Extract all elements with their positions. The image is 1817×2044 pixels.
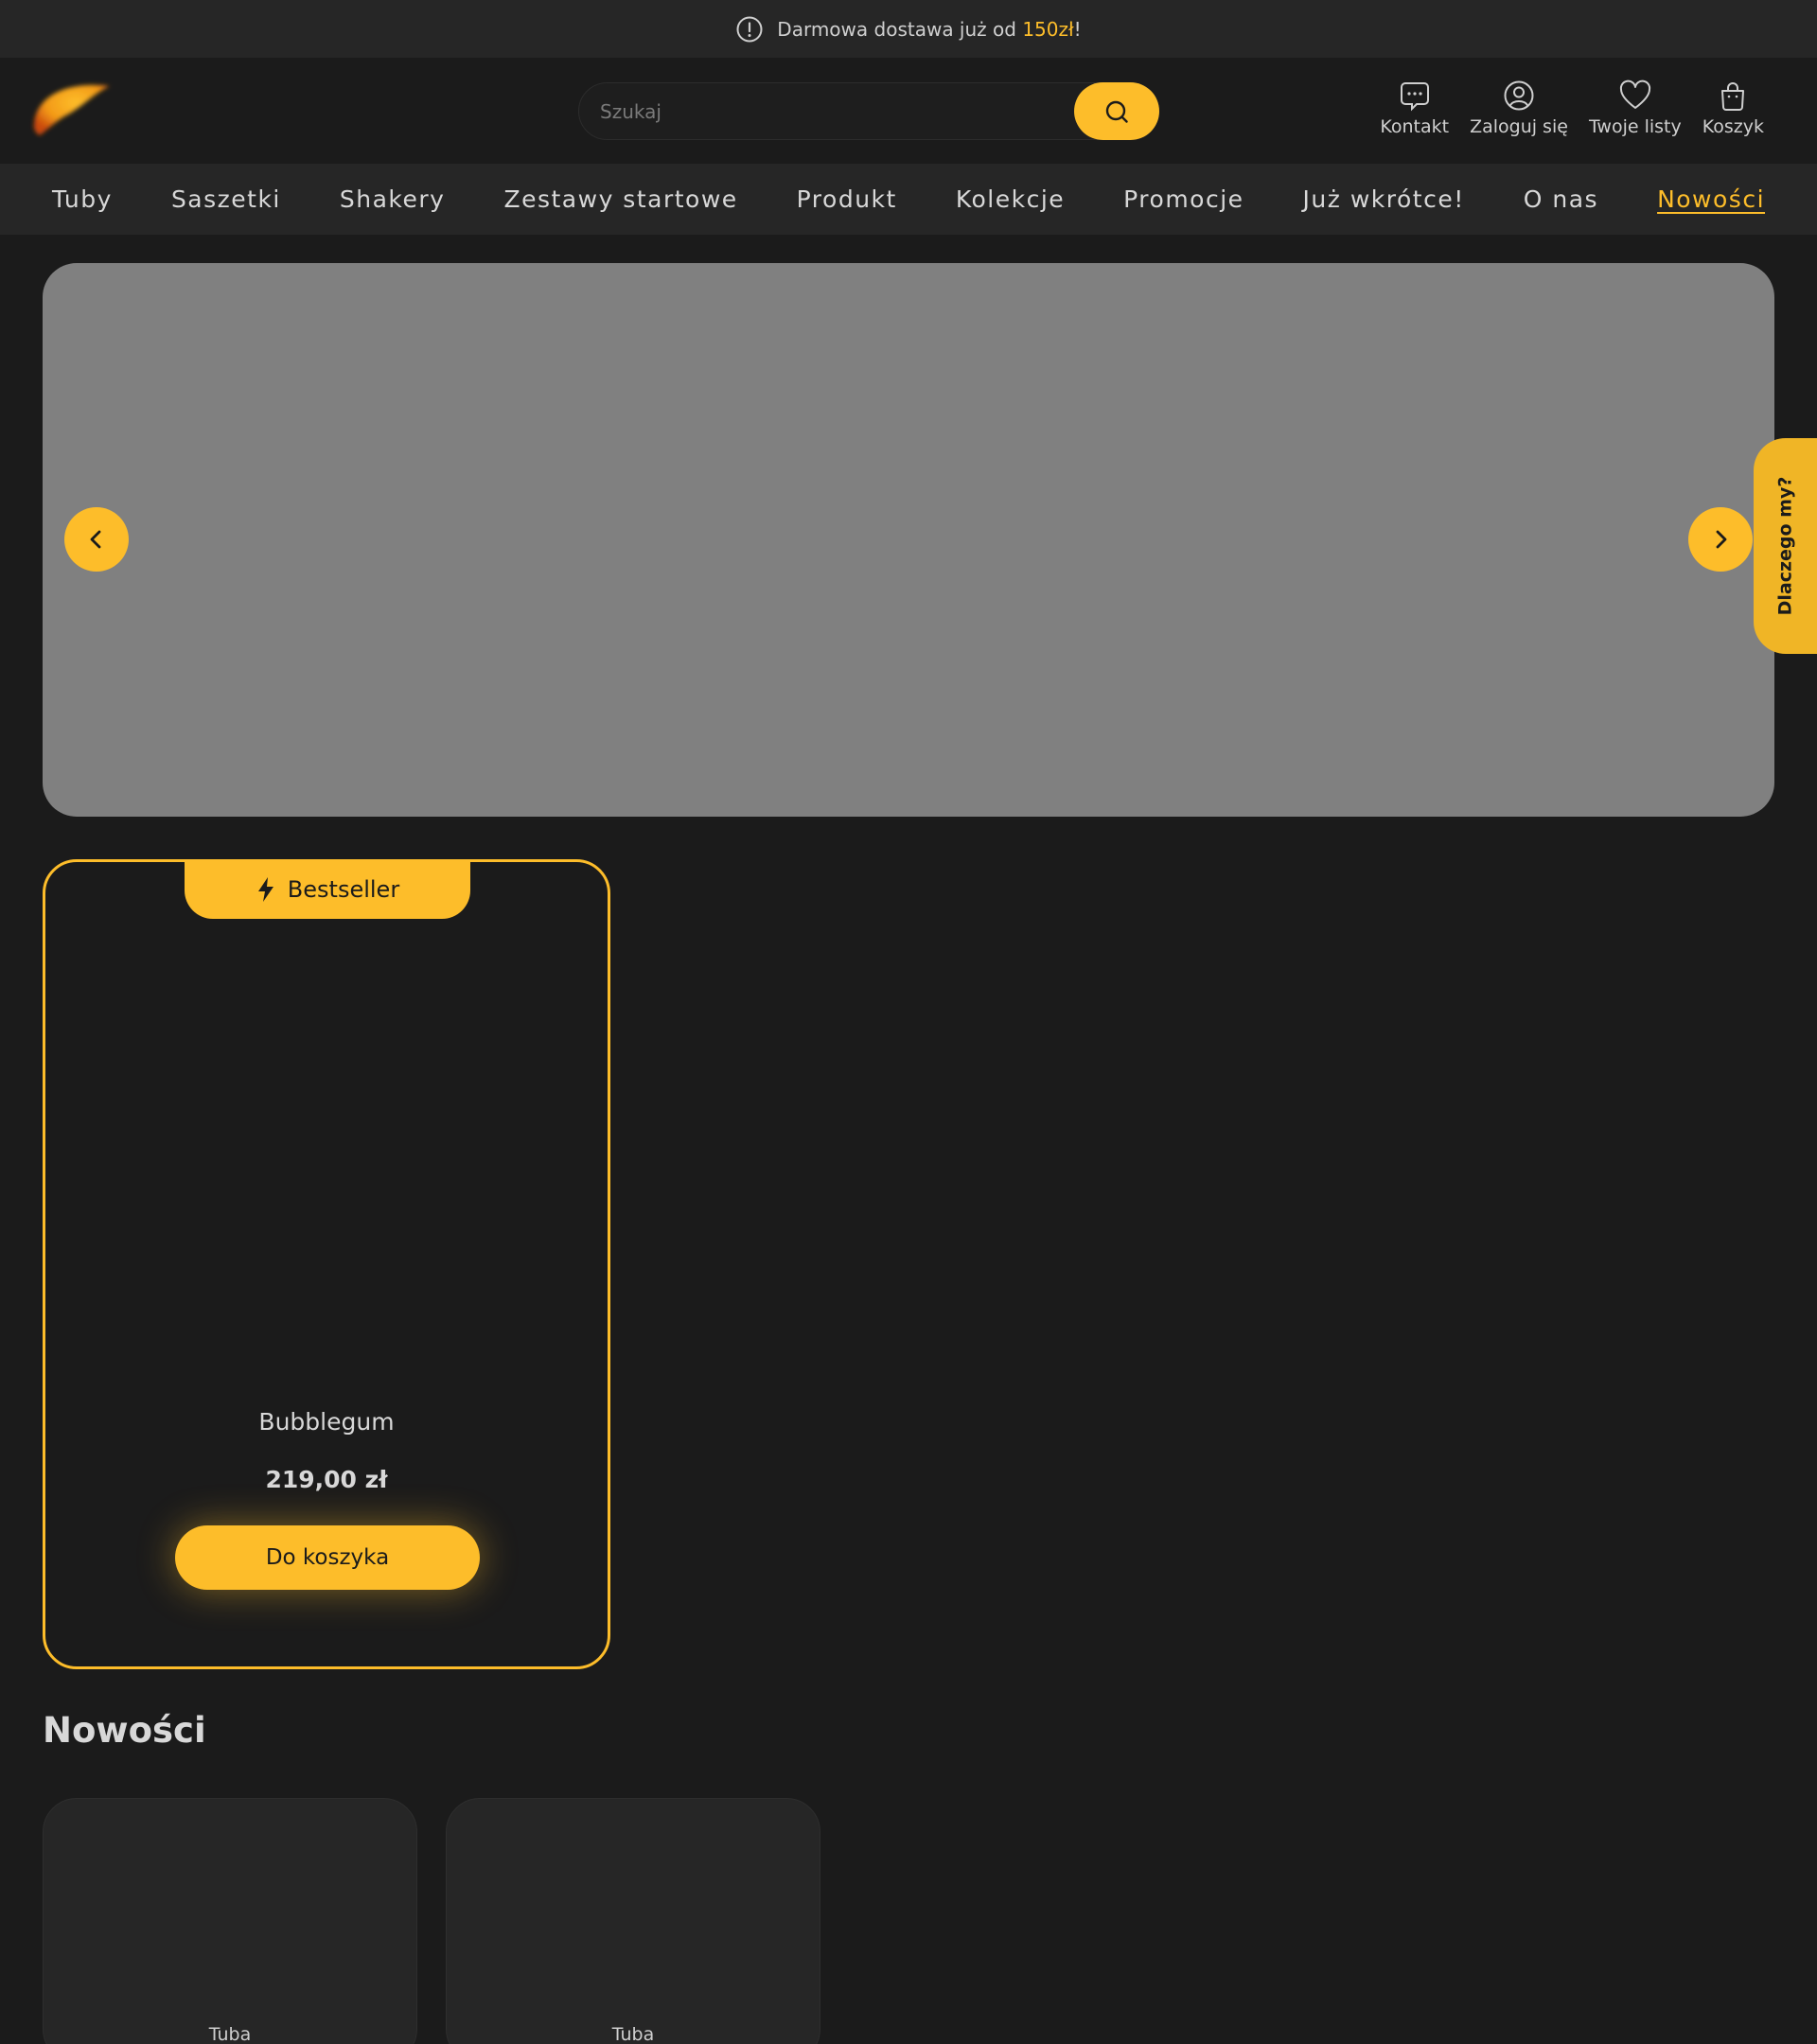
cart-label: Koszyk — [1702, 116, 1764, 137]
nav-item-nowosci[interactable]: Nowości — [1628, 185, 1794, 213]
nav-item-o-nas[interactable]: O nas — [1494, 185, 1628, 213]
product-name[interactable]: Bubblegum — [45, 1408, 608, 1436]
lightning-icon — [257, 876, 273, 902]
add-to-cart-button[interactable]: Do koszyka — [175, 1525, 480, 1590]
wishlists-link[interactable]: Twoje listy — [1589, 79, 1682, 145]
product-price: 219,00 zł — [265, 1466, 388, 1493]
logo[interactable] — [26, 69, 121, 145]
header-actions: Kontakt Zaloguj się Twoje listy Koszyk — [1380, 79, 1764, 145]
wishlists-label: Twoje listy — [1588, 116, 1682, 137]
announcement-text: Darmowa dostawa już od 150zł! — [777, 17, 1082, 41]
slider-prev-button[interactable] — [64, 507, 129, 572]
why-us-tab[interactable]: Dlaczego my? — [1754, 438, 1817, 654]
announcement-bar: Darmowa dostawa już od 150zł! — [0, 0, 1817, 58]
nav-item-promocje[interactable]: Promocje — [1094, 185, 1273, 213]
why-us-label: Dlaczego my? — [1774, 476, 1796, 616]
nav-item-kolekcje[interactable]: Kolekcje — [926, 185, 1094, 213]
nav-item-juz-wkrotce[interactable]: Już wkrótce! — [1274, 185, 1494, 213]
free-shipping-amount: 150zł — [1022, 17, 1074, 41]
chevron-right-icon — [1716, 530, 1727, 549]
info-icon — [736, 16, 763, 42]
heart-icon — [1619, 79, 1650, 109]
bag-icon — [1721, 82, 1745, 111]
login-link[interactable]: Zaloguj się — [1470, 79, 1568, 145]
search-icon — [1105, 100, 1128, 123]
nav-item-zestawy-startowe[interactable]: Zestawy startowe — [474, 185, 767, 213]
login-label: Zaloguj się — [1470, 116, 1568, 137]
nav-item-produkt[interactable]: Produkt — [767, 185, 926, 213]
user-icon — [1504, 80, 1534, 111]
product-category-label: Tuba — [208, 2024, 252, 2044]
chevron-left-icon — [90, 530, 101, 549]
new-product-card[interactable]: Tuba — [446, 1798, 820, 2044]
nav-item-saszetki[interactable]: Saszetki — [142, 185, 310, 213]
nav-item-shakery[interactable]: Shakery — [310, 185, 475, 213]
site-header: Kontakt Zaloguj się Twoje listy Koszyk — [0, 58, 1817, 164]
contact-link[interactable]: Kontakt — [1380, 79, 1449, 145]
nav-item-tuby[interactable]: Tuby — [23, 185, 142, 213]
chat-icon — [1400, 82, 1429, 112]
slider-next-button[interactable] — [1688, 507, 1753, 572]
bestseller-badge: Bestseller — [185, 859, 470, 919]
new-product-card[interactable]: Tuba — [43, 1798, 417, 2044]
contact-label: Kontakt — [1380, 116, 1450, 137]
hero-slider — [43, 263, 1774, 817]
search-button[interactable] — [1074, 82, 1159, 140]
cart-link[interactable]: Koszyk — [1702, 79, 1764, 145]
bestseller-label: Bestseller — [287, 875, 400, 903]
main-nav: Tuby Saszetki Shakery Zestawy startowe P… — [0, 164, 1817, 235]
bestseller-product-card[interactable]: Bestseller Bubblegum 219,00 zł Do koszyk… — [43, 859, 610, 1669]
search-bar — [578, 82, 1159, 140]
product-category-label: Tuba — [611, 2024, 655, 2044]
section-title-nowosci: Nowości — [43, 1710, 206, 1751]
search-input[interactable] — [600, 83, 1054, 139]
